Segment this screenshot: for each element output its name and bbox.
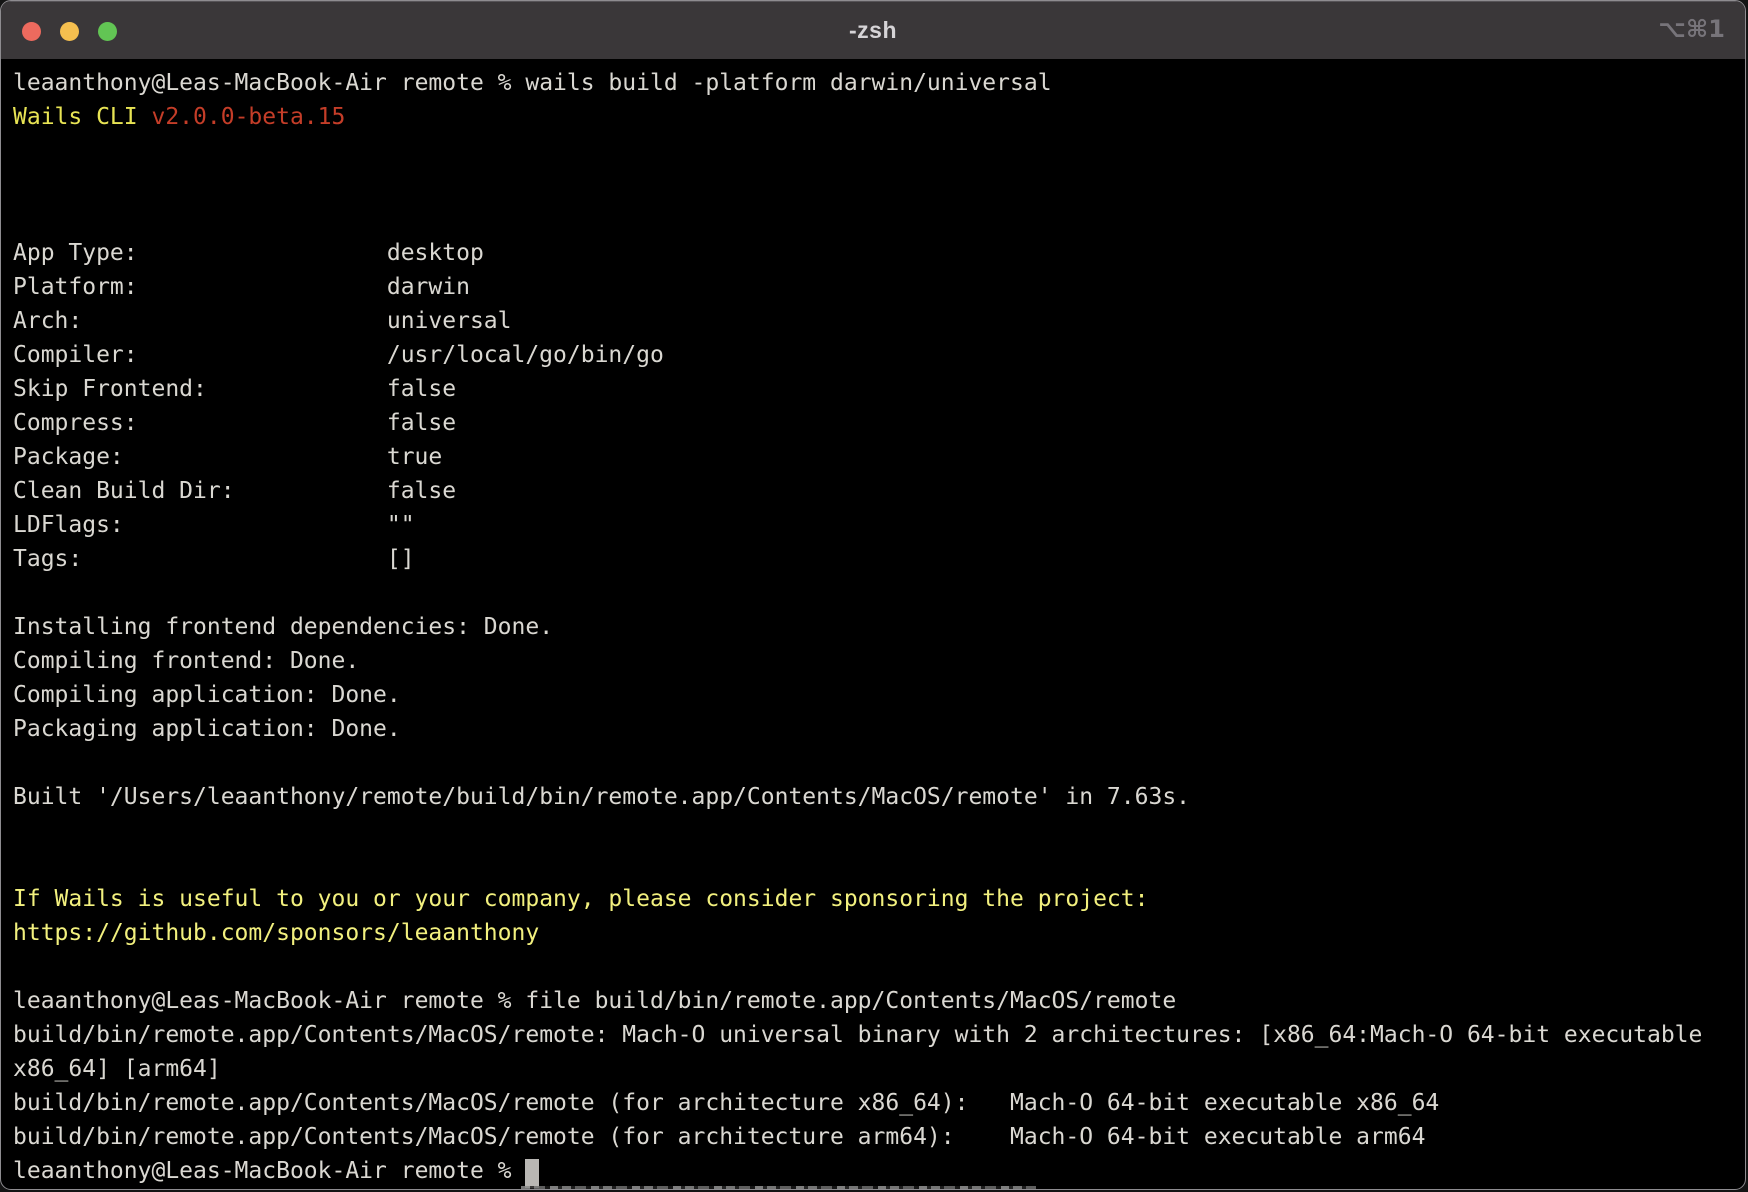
blank-line [13, 950, 1737, 984]
clipped-text-artifact [521, 1186, 1036, 1190]
config-row: LDFlags:"" [13, 508, 1737, 542]
config-value: false [387, 478, 456, 504]
config-value: universal [387, 308, 512, 334]
config-label: LDFlags: [13, 508, 387, 542]
config-value: /usr/local/go/bin/go [387, 342, 664, 368]
config-label: Platform: [13, 270, 387, 304]
config-label: Compiler: [13, 338, 387, 372]
config-row: Package:true [13, 440, 1737, 474]
sponsor-link[interactable]: https://github.com/sponsors/leaanthony [13, 916, 1737, 950]
titlebar[interactable]: -zsh ⌥⌘1 [1, 1, 1745, 59]
prompt-line-build: leaanthony@Leas-MacBook-Air remote % wai… [13, 66, 1737, 100]
blank-line [13, 746, 1737, 780]
config-label: Compress: [13, 406, 387, 440]
wails-cli-version: v2.0.0-beta.15 [151, 104, 345, 130]
config-value: false [387, 410, 456, 436]
config-row: Compress:false [13, 406, 1737, 440]
terminal-window: -zsh ⌥⌘1 leaanthony@Leas-MacBook-Air rem… [0, 0, 1746, 1190]
blank-line [13, 202, 1737, 236]
sponsor-message-line: If Wails is useful to you or your compan… [13, 882, 1737, 916]
blank-line [13, 576, 1737, 610]
file-output-line: build/bin/remote.app/Contents/MacOS/remo… [13, 1120, 1737, 1154]
config-value: true [387, 444, 442, 470]
wails-cli-version-line: Wails CLI v2.0.0-beta.15 [13, 100, 1737, 134]
config-label: Clean Build Dir: [13, 474, 387, 508]
file-output-line: build/bin/remote.app/Contents/MacOS/remo… [13, 1086, 1737, 1120]
blank-line [13, 134, 1737, 168]
config-value: [] [387, 546, 415, 572]
zoom-button[interactable] [98, 22, 117, 41]
built-result-line: Built '/Users/leaanthony/remote/build/bi… [13, 780, 1737, 814]
config-value: darwin [387, 274, 470, 300]
terminal-screen[interactable]: leaanthony@Leas-MacBook-Air remote % wai… [1, 59, 1745, 1190]
build-step-line: Installing frontend dependencies: Done. [13, 610, 1737, 644]
config-label: Skip Frontend: [13, 372, 387, 406]
prompt-line-current[interactable]: leaanthony@Leas-MacBook-Air remote % [13, 1154, 1737, 1188]
config-row: Skip Frontend:false [13, 372, 1737, 406]
config-row: Arch:universal [13, 304, 1737, 338]
blank-line [13, 848, 1737, 882]
build-step-line: Packaging application: Done. [13, 712, 1737, 746]
blank-line [13, 814, 1737, 848]
config-row: Tags:[] [13, 542, 1737, 576]
config-value: "" [387, 512, 415, 538]
file-output-line: x86_64] [arm64] [13, 1052, 1737, 1086]
config-label: Arch: [13, 304, 387, 338]
close-button[interactable] [22, 22, 41, 41]
config-value: false [387, 376, 456, 402]
blank-line [13, 168, 1737, 202]
config-row: Compiler:/usr/local/go/bin/go [13, 338, 1737, 372]
tab-shortcut-icon: ⌥⌘1 [1658, 15, 1725, 43]
build-step-line: Compiling application: Done. [13, 678, 1737, 712]
config-row: App Type:desktop [13, 236, 1737, 270]
config-value: desktop [387, 240, 484, 266]
terminal-cursor [525, 1159, 539, 1188]
config-row: Clean Build Dir:false [13, 474, 1737, 508]
config-label: Tags: [13, 542, 387, 576]
minimize-button[interactable] [60, 22, 79, 41]
window-title: -zsh [849, 17, 897, 44]
build-step-line: Compiling frontend: Done. [13, 644, 1737, 678]
wails-cli-name: Wails CLI [13, 104, 151, 130]
config-row: Platform:darwin [13, 270, 1737, 304]
prompt-line-file: leaanthony@Leas-MacBook-Air remote % fil… [13, 984, 1737, 1018]
file-output-line: build/bin/remote.app/Contents/MacOS/remo… [13, 1018, 1737, 1052]
prompt-text: leaanthony@Leas-MacBook-Air remote % [13, 1158, 525, 1184]
traffic-lights [22, 2, 117, 60]
config-label: App Type: [13, 236, 387, 270]
config-label: Package: [13, 440, 387, 474]
